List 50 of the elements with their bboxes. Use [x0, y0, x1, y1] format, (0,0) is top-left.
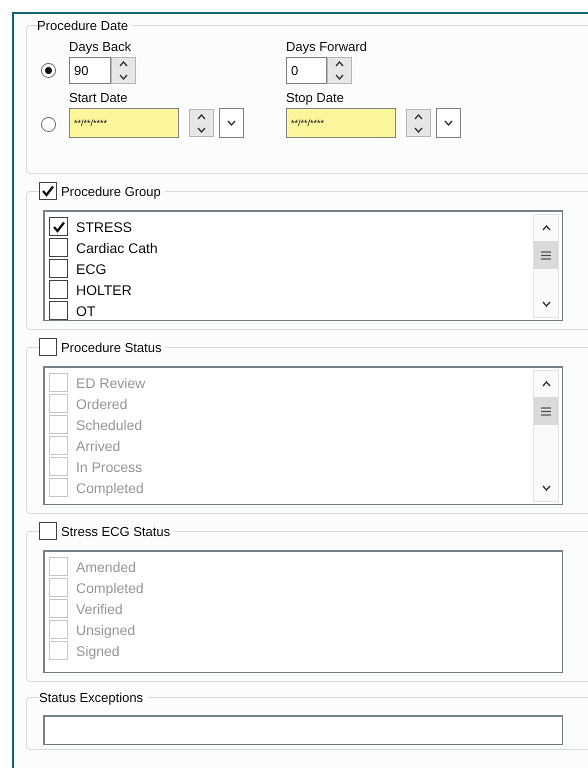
- group-title: Status Exceptions: [39, 690, 144, 705]
- chevron-up-icon: [542, 381, 550, 387]
- radio-button[interactable]: [41, 117, 56, 132]
- spin-button[interactable]: [189, 109, 214, 137]
- list-item[interactable]: STRESS: [76, 218, 132, 234]
- chevron-down-icon: [197, 126, 206, 132]
- checkbox[interactable]: [49, 259, 68, 278]
- radio-button[interactable]: [41, 63, 56, 78]
- number-field[interactable]: 90: [69, 57, 111, 84]
- spin-button[interactable]: [406, 109, 431, 137]
- date-field[interactable]: **/**/****: [69, 108, 179, 138]
- spin-button[interactable]: [327, 57, 352, 84]
- group-title: Stress ECG Status: [61, 524, 170, 538]
- chevron-down-icon: [542, 301, 550, 307]
- dropdown-button[interactable]: [436, 108, 461, 138]
- date-field[interactable]: **/**/****: [286, 108, 396, 138]
- grip-icon: [541, 250, 551, 260]
- list-item[interactable]: Cardiac Cath: [76, 240, 158, 256]
- chevron-down-icon: [119, 74, 128, 80]
- group-title: Procedure Status: [61, 340, 162, 354]
- chevron-down-icon: [542, 485, 550, 491]
- field-label: Days Back: [69, 39, 132, 54]
- field-label: Days Forward: [286, 39, 368, 54]
- field-label: Start Date: [69, 90, 129, 105]
- list-box[interactable]: [43, 715, 563, 745]
- list-item[interactable]: OT: [76, 302, 96, 318]
- chevron-up-icon: [119, 61, 128, 68]
- checkbox[interactable]: [49, 217, 68, 236]
- chevron-down-icon: [414, 126, 423, 132]
- chevron-up-icon: [414, 114, 423, 120]
- checkbox[interactable]: [39, 182, 57, 200]
- chevron-up-icon: [197, 114, 206, 120]
- checkbox[interactable]: [49, 238, 68, 257]
- group-title: Procedure Group: [61, 184, 161, 198]
- number-field[interactable]: 0: [286, 57, 327, 84]
- list-item[interactable]: ECG: [76, 260, 106, 276]
- checkbox[interactable]: [49, 301, 68, 320]
- spin-button[interactable]: [111, 57, 136, 84]
- dropdown-button[interactable]: [219, 108, 244, 138]
- list-item[interactable]: HOLTER: [76, 282, 132, 298]
- chevron-up-icon: [542, 225, 550, 231]
- grip-icon: [541, 406, 551, 416]
- checkbox[interactable]: [49, 280, 68, 299]
- chevron-down-icon: [444, 120, 453, 126]
- chevron-up-icon: [335, 61, 344, 68]
- group-title: Procedure Date: [37, 18, 128, 33]
- chevron-down-icon: [335, 74, 344, 80]
- scrollbar[interactable]: [533, 214, 559, 318]
- chevron-down-icon: [227, 120, 236, 126]
- field-label: Stop Date: [286, 90, 345, 105]
